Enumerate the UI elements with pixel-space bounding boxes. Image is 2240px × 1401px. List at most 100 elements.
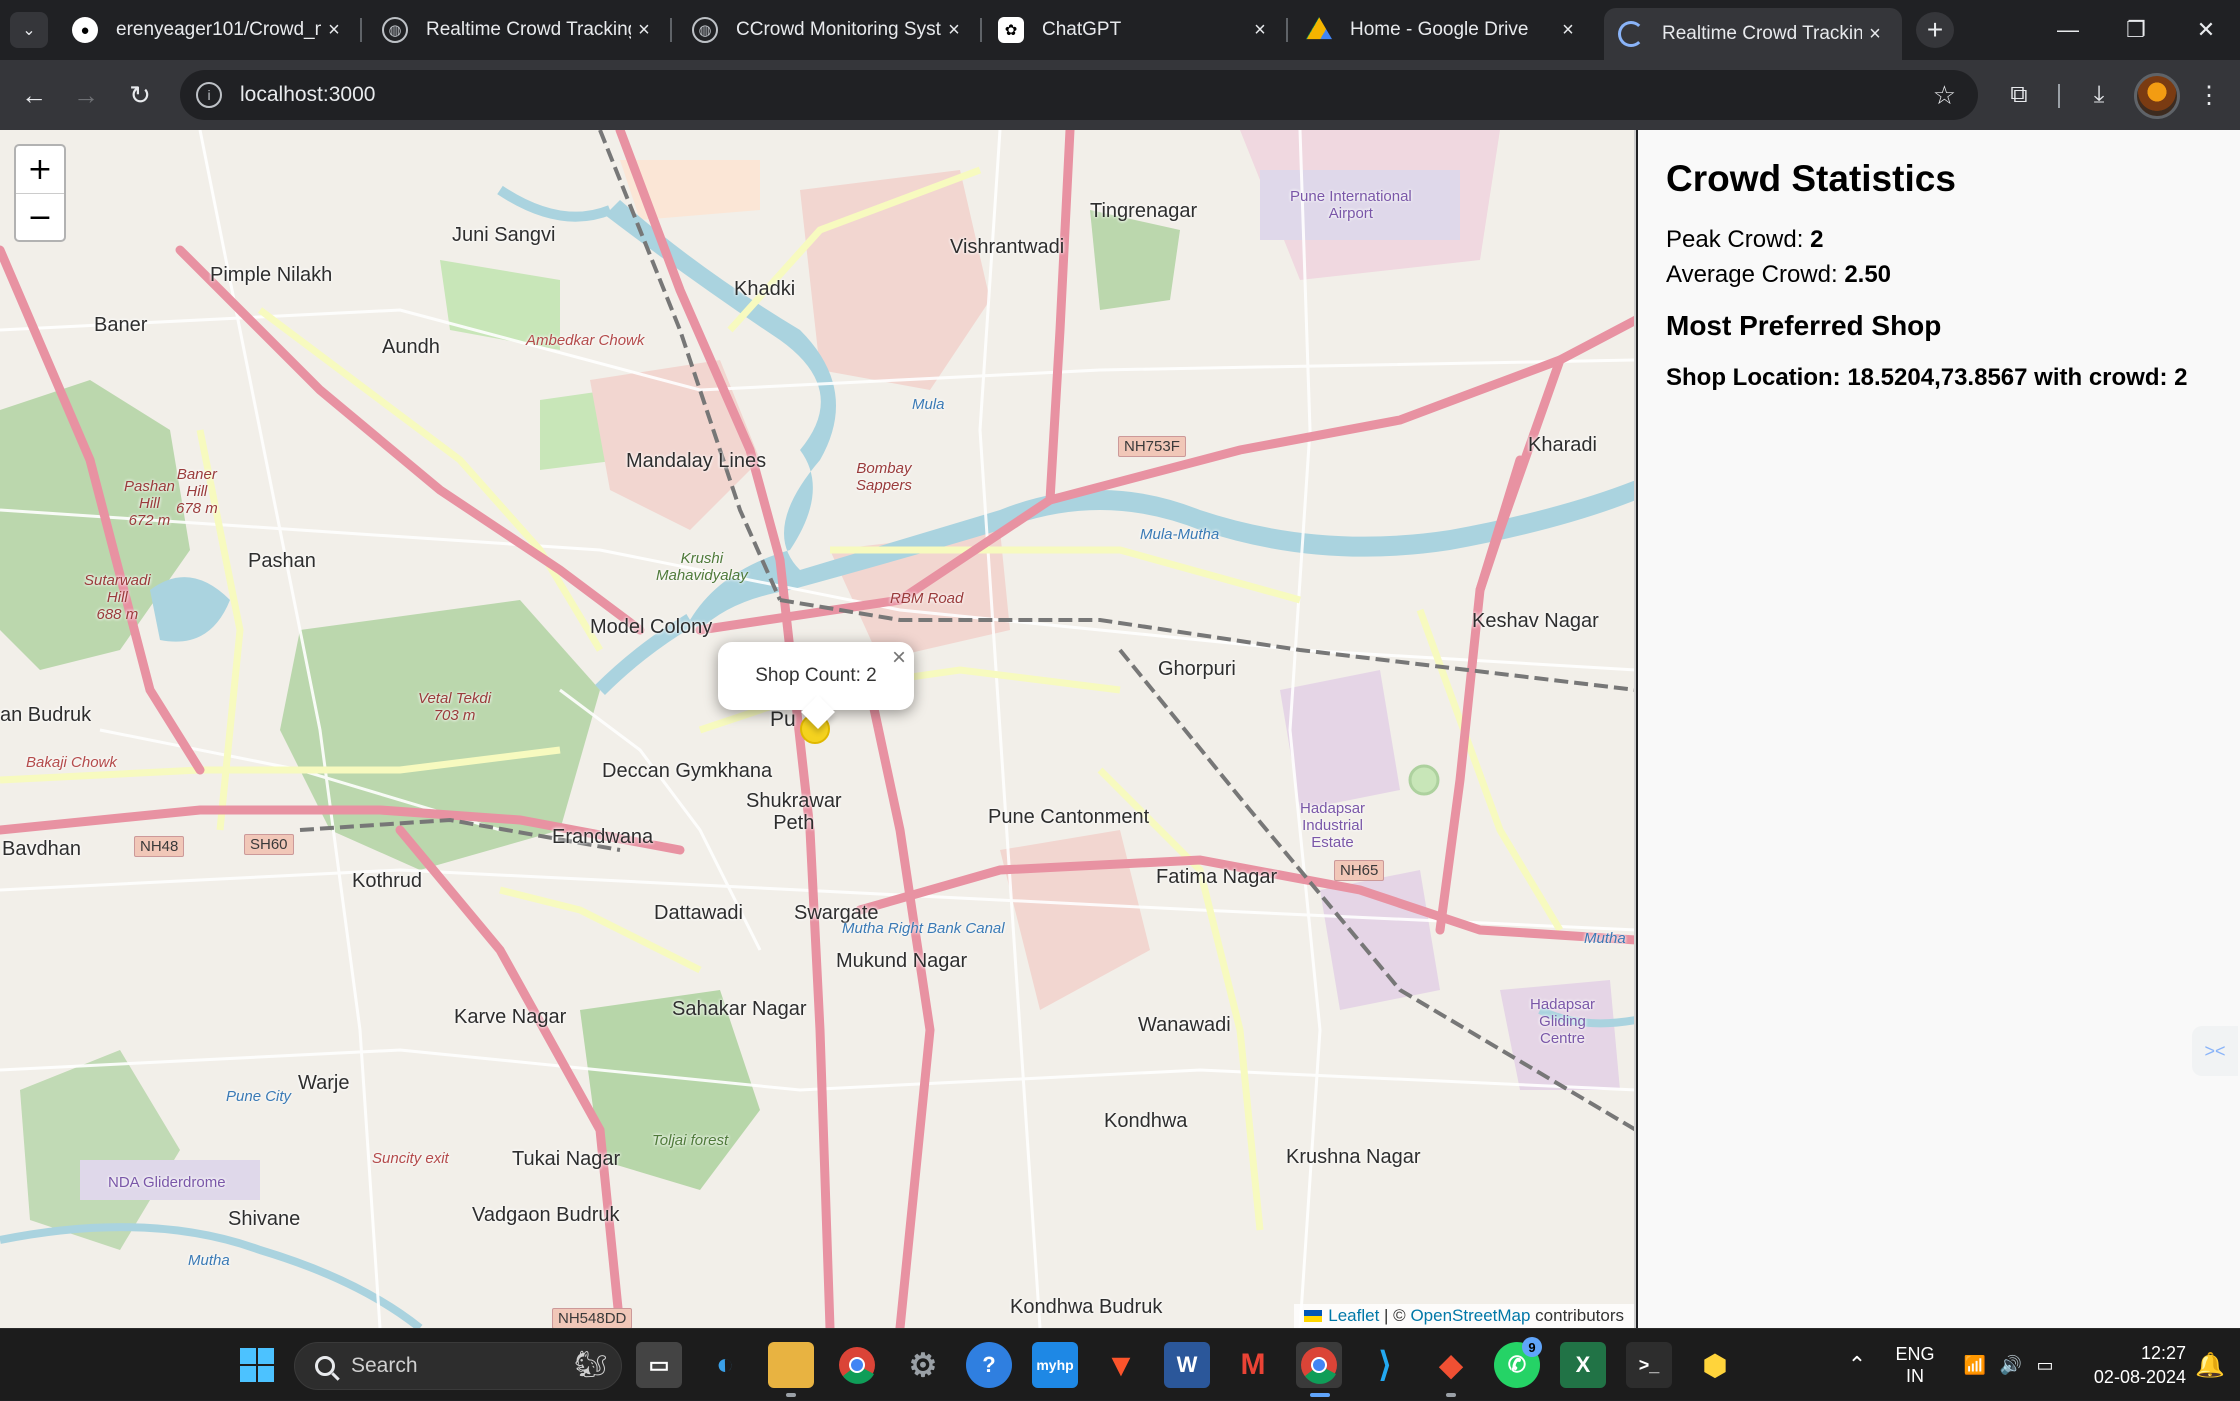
close-icon[interactable]: × [941,17,967,43]
file-explorer-icon[interactable] [768,1342,814,1388]
tab-chatgpt[interactable]: ✿ ChatGPT × [984,8,1288,52]
edge-icon[interactable]: ◐ [702,1342,748,1388]
volume-icon[interactable]: 🔊 [1994,1329,2028,1401]
tab-realtime-crowd-tracking[interactable]: ◍ Realtime Crowd Tracking × [368,8,672,52]
zoom-in-button[interactable]: + [16,146,64,193]
site-info-icon[interactable]: i [196,82,222,108]
preferred-shop-title: Most Preferred Shop [1666,310,1942,341]
chevron-down-icon: ⌄ [22,22,36,39]
restore-icon: ❐ [2126,17,2146,42]
reload-button[interactable]: ↻ [118,73,162,117]
python-icon[interactable]: ⬢ [1692,1342,1738,1388]
map-label: Mula [912,396,945,413]
running-indicator [786,1393,796,1397]
map-label: Kondhwa [1104,1110,1188,1132]
tab-crowd-monitoring[interactable]: ◍ CCrowd Monitoring Syste × [678,8,982,52]
running-indicator [1446,1393,1456,1397]
search-highlight-icon: 🐿 [573,1349,607,1379]
task-view-icon[interactable]: ▭ [636,1342,682,1388]
close-icon[interactable]: × [1862,21,1888,47]
close-icon[interactable]: × [1247,17,1273,43]
attribution-separator: | © [1379,1306,1411,1325]
map-label: Kothrud [352,870,423,892]
map-label: Ambedkar Chowk [526,332,645,349]
map-label: Suncity exit [372,1150,449,1167]
close-icon[interactable]: × [321,17,347,43]
clock-time: 12:27 [2140,1343,2186,1363]
popup-close-button[interactable]: × [892,644,906,672]
settings-gear-icon[interactable]: ⚙ [900,1342,946,1388]
map-label: Deccan Gymkhana [602,760,773,782]
notification-bell-icon[interactable]: 🔔 [2192,1329,2228,1401]
minimize-button[interactable]: — [2034,0,2102,60]
chrome-active-icon[interactable] [1296,1342,1342,1388]
map-view[interactable]: Vishrantwadi Tingrenagar Juni Sangvi Kha… [0,130,1636,1328]
restore-button[interactable]: ❐ [2102,0,2170,60]
chrome-icon[interactable] [834,1342,880,1388]
battery-icon[interactable]: ▭ [2028,1329,2062,1401]
tab-title: ChatGPT [1042,19,1122,40]
osm-link[interactable]: OpenStreetMap [1410,1306,1530,1326]
language-indicator[interactable]: ENG IN [1880,1329,1950,1401]
globe-icon: ◍ [382,17,408,43]
zoom-out-button[interactable]: − [16,193,64,240]
extensions-icon[interactable]: ⧉ [2000,76,2038,114]
vscode-icon[interactable]: ⟩ [1362,1342,1408,1388]
leaflet-link[interactable]: Leaflet [1328,1306,1379,1326]
globe-icon: ◍ [692,17,718,43]
tab-separator [980,18,982,42]
start-button[interactable] [234,1342,280,1388]
map-label: Karve Nagar [454,1006,567,1028]
chevron-up-icon[interactable]: ⌃ [1842,1329,1872,1401]
close-icon: ✕ [2196,17,2216,42]
tab-google-drive[interactable]: Home - Google Drive × [1292,8,1595,52]
map-label: Pashan Hill 672 m [124,478,175,529]
tab-github[interactable]: ● erenyeager101/Crowd_m × [58,8,362,52]
get-help-icon[interactable]: ? [966,1342,1012,1388]
close-window-button[interactable]: ✕ [2172,0,2240,60]
notification-badge: 9 [1522,1337,1542,1357]
tab-strip: ⌄ ● erenyeager101/Crowd_m × ◍ Realtime C… [0,0,2240,60]
average-crowd-value: 2.50 [1844,261,1892,288]
git-icon[interactable]: ◆ [1428,1342,1474,1388]
terminal-icon[interactable]: >_ [1626,1342,1672,1388]
taskbar-search[interactable]: Search 🐿 [294,1342,622,1390]
tab-separator [360,18,362,42]
map-label: Khadki [734,278,796,300]
avatar[interactable] [2134,73,2180,119]
clock[interactable]: 12:27 02-08-2024 [2070,1329,2186,1401]
highway-shield: NH48 [134,836,185,857]
map-label: Vishrantwadi [950,236,1065,258]
highway-shield: SH60 [244,834,294,855]
chatgpt-icon: ✿ [998,17,1024,43]
browser-toolbar: ← → ↻ i localhost:3000 ☆ ⧉ ⤓ ⋮ [0,60,2240,130]
address-bar[interactable]: i localhost:3000 ☆ [180,70,1978,120]
highway-shield: NH65 [1334,860,1385,881]
map-label: Mula-Mutha [1140,526,1220,543]
tab-search-button[interactable]: ⌄ [10,12,48,48]
forward-button[interactable]: → [64,73,108,117]
windows-taskbar: Search 🐿 ▭ ◐ ⚙ ? myhp ▼ W M ⟩ ◆ ✆ 9 X >_… [0,1328,2240,1400]
new-tab-button[interactable]: + [1916,12,1954,48]
wifi-icon[interactable]: 📶 [1958,1329,1992,1401]
zoom-control: + − [14,144,66,242]
tab-separator [670,18,672,42]
more-options-icon[interactable]: ⋮ [2190,76,2228,114]
bookmark-star-icon[interactable]: ☆ [1933,80,1956,111]
excel-icon[interactable]: X [1560,1342,1606,1388]
close-icon[interactable]: × [631,17,657,43]
side-panel-handle[interactable]: >< [2192,1026,2238,1076]
active-indicator [1310,1393,1330,1397]
map-label: Sutarwadi Hill 688 m [84,572,151,623]
word-icon[interactable]: W [1164,1342,1210,1388]
brave-icon[interactable]: ▼ [1098,1342,1144,1388]
myhp-icon[interactable]: myhp [1032,1342,1078,1388]
map-label: Model Colony [590,616,713,638]
gmail-icon[interactable]: M [1230,1342,1276,1388]
download-icon[interactable]: ⤓ [2080,76,2118,114]
map-label: Tukai Nagar [512,1148,621,1170]
tab-realtime-crowd-tracking-active[interactable]: Realtime Crowd Tracking × [1604,8,1902,60]
back-button[interactable]: ← [12,73,56,117]
ukraine-flag-icon [1304,1310,1323,1322]
close-icon[interactable]: × [1555,17,1581,43]
